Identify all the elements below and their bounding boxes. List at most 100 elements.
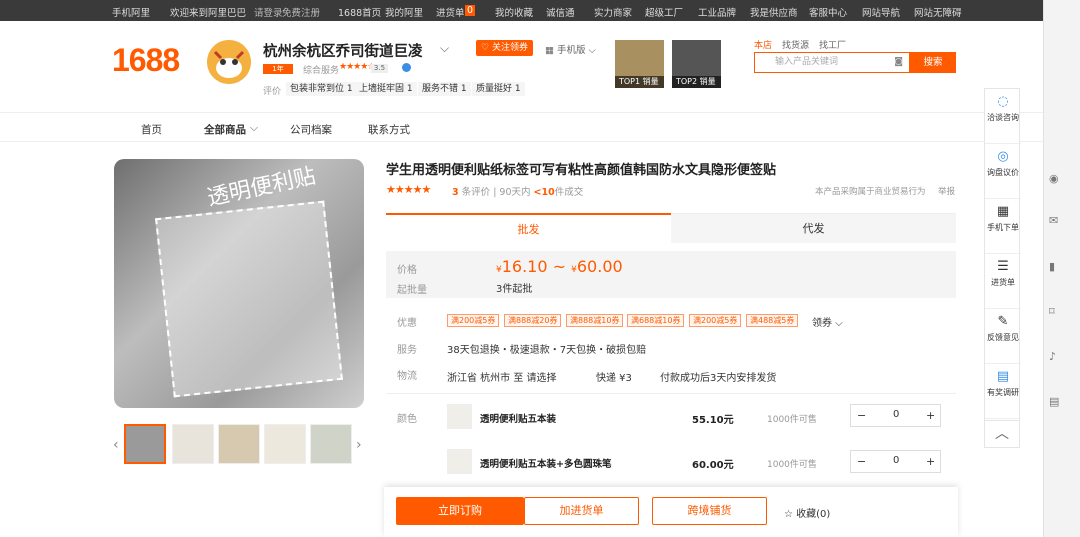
mail-icon[interactable]: ✉: [1049, 214, 1058, 227]
book-icon[interactable]: ▤: [1049, 395, 1059, 408]
sidebar-item-chat[interactable]: ◌ 洽谈咨询: [985, 89, 1021, 144]
coupon-tag[interactable]: 满200减5券: [447, 314, 500, 327]
coupon-tag[interactable]: 满200减5券: [689, 314, 742, 327]
order-button[interactable]: 立即订购: [396, 497, 524, 525]
back-to-top-button[interactable]: ︿: [984, 420, 1020, 448]
report-link[interactable]: 举报: [938, 185, 955, 197]
heart-icon: ♡: [481, 43, 490, 53]
merchants-link[interactable]: 实力商家: [594, 5, 632, 19]
minus-button[interactable]: −: [857, 409, 866, 422]
claim-coupon-link[interactable]: 领券 ⌵: [812, 314, 843, 329]
tab-wholesale[interactable]: 批发: [386, 213, 671, 243]
inquiry-icon: ◎: [997, 149, 1009, 164]
review-summary[interactable]: 3 条评价 | 90天内 <10件成交: [452, 184, 583, 198]
coupon-tag[interactable]: 满488减5券: [746, 314, 799, 327]
quantity-stepper[interactable]: − 0 +: [850, 404, 941, 427]
trust-link[interactable]: 诚信通: [546, 5, 575, 19]
thumbnail[interactable]: [310, 424, 352, 464]
search-tab-factory[interactable]: 找工厂: [819, 41, 846, 51]
next-arrow-icon[interactable]: ›: [356, 437, 362, 453]
favorite-label: 收藏(0): [796, 509, 831, 520]
quantity-value[interactable]: 0: [893, 455, 899, 466]
service-icon[interactable]: ◉: [1049, 172, 1059, 185]
plus-button[interactable]: +: [926, 455, 935, 468]
super-factory-link[interactable]: 超级工厂: [645, 5, 683, 19]
chevron-down-icon[interactable]: ⌵: [440, 41, 449, 56]
thumbnail[interactable]: [172, 424, 214, 464]
sidebar-item-inquiry[interactable]: ◎ 询盘议价: [985, 144, 1021, 199]
camera-icon[interactable]: ◙: [894, 53, 903, 72]
list-icon: ☰: [997, 259, 1009, 274]
price-high: 60.00: [576, 257, 623, 276]
product-title: 学生用透明便利贴纸标签可写有粘性高颜值韩国防水文具隐形便签贴: [386, 163, 777, 178]
coupon-tag[interactable]: 满888减20券: [504, 314, 562, 327]
my-ali-link[interactable]: 我的阿里: [385, 5, 423, 19]
search-tab-source[interactable]: 找货源: [782, 41, 809, 51]
shop-name[interactable]: 杭州余杭区乔司街道巨凌: [263, 40, 423, 61]
logistics-route[interactable]: 浙江省 杭州市 至 请选择: [447, 369, 557, 384]
service-label: 综合服务: [303, 66, 340, 76]
main-product-image[interactable]: 透明便利贴: [114, 159, 364, 408]
bookmark-icon[interactable]: ▮: [1049, 260, 1055, 273]
qr-icon: ▦: [996, 204, 1010, 219]
sidebar-item-feedback[interactable]: ✎ 反馈意见: [985, 309, 1021, 364]
register-link[interactable]: 免费注册: [282, 5, 320, 19]
search-input[interactable]: 输入产品关键词 ◙: [754, 52, 910, 73]
service-row-label: 服务: [397, 345, 417, 356]
mobile-version-link[interactable]: ▦ 手机版 ⌵: [545, 42, 596, 56]
coupon-tag[interactable]: 满888减10券: [566, 314, 624, 327]
years-badge: 1年: [263, 64, 293, 74]
follow-button[interactable]: ♡ 关注领券: [476, 40, 533, 56]
cross-border-button[interactable]: 跨境铺货: [652, 497, 767, 525]
thumbnail-strip: [112, 422, 368, 466]
favorite-button[interactable]: ☆ 收藏(0): [784, 505, 830, 520]
favorites-link[interactable]: 我的收藏: [495, 5, 533, 19]
nav-contact[interactable]: 联系方式: [368, 122, 410, 137]
coupon-tag[interactable]: 满688减10券: [627, 314, 685, 327]
site-nav-link[interactable]: 网站导航: [862, 5, 900, 19]
service-score: 3.5: [371, 64, 388, 73]
login-link[interactable]: 请登录: [254, 5, 283, 19]
procure-note: 本产品采购属于商业贸易行为: [815, 187, 926, 197]
sidebar-item-survey[interactable]: ▤ 有奖调研: [985, 364, 1021, 419]
tab-dropship[interactable]: 代发: [671, 213, 956, 243]
thumbnail[interactable]: [124, 424, 166, 464]
search-button[interactable]: 搜索: [910, 52, 956, 73]
top-bar: 手机阿里 欢迎来到阿里巴巴 请登录 免费注册 1688首页 我的阿里 进货单 0…: [0, 0, 1043, 21]
plus-button[interactable]: +: [926, 409, 935, 422]
supplier-link[interactable]: 我是供应商: [750, 5, 798, 19]
sidebar-item-mobile-order[interactable]: ▦ 手机下单: [985, 199, 1021, 254]
service-center-link[interactable]: 客服中心: [809, 5, 847, 19]
site-logo[interactable]: 1688: [112, 42, 180, 79]
home-link[interactable]: 1688首页: [338, 5, 381, 19]
chevron-down-icon[interactable]: ⌵: [250, 122, 258, 135]
add-cart-button[interactable]: 加进货单: [524, 497, 639, 525]
action-bar: 立即订购 加进货单 跨境铺货 ☆ 收藏(0): [384, 487, 958, 537]
search-tab-shop[interactable]: 本店: [754, 41, 772, 51]
quantity-value[interactable]: 0: [893, 409, 899, 420]
mobile-ali-link[interactable]: 手机阿里: [112, 5, 150, 19]
search-placeholder: 输入产品关键词: [775, 57, 839, 67]
industrial-link[interactable]: 工业品牌: [698, 5, 736, 19]
sidebar-item-purchase-list[interactable]: ☰ 进货单: [985, 254, 1021, 309]
bell-icon[interactable]: ♪: [1049, 350, 1056, 363]
footprint-icon[interactable]: ⌑: [1049, 305, 1055, 318]
service-value[interactable]: 38天包退换・极速退款・7天包换・破损包赔: [447, 341, 646, 356]
thumbnail[interactable]: [218, 424, 260, 464]
follow-label: 关注领券: [491, 43, 528, 53]
variant-thumbnail[interactable]: [447, 404, 472, 429]
service-stars: ★★★★☆: [339, 62, 375, 72]
mobile-label: 手机版: [557, 45, 586, 56]
quantity-stepper[interactable]: − 0 +: [850, 450, 941, 473]
purchase-link[interactable]: 进货单: [436, 5, 465, 19]
top2-product[interactable]: TOP2 销量: [672, 40, 721, 88]
verify-icon[interactable]: [402, 63, 411, 72]
nav-all-products[interactable]: 全部商品: [204, 122, 246, 137]
variant-thumbnail[interactable]: [447, 449, 472, 474]
minus-button[interactable]: −: [857, 455, 866, 468]
accessible-link[interactable]: 网站无障碍: [914, 5, 962, 19]
nav-company[interactable]: 公司档案: [290, 122, 332, 137]
nav-home[interactable]: 首页: [141, 122, 162, 137]
top1-product[interactable]: TOP1 销量: [615, 40, 664, 88]
thumbnail[interactable]: [264, 424, 306, 464]
